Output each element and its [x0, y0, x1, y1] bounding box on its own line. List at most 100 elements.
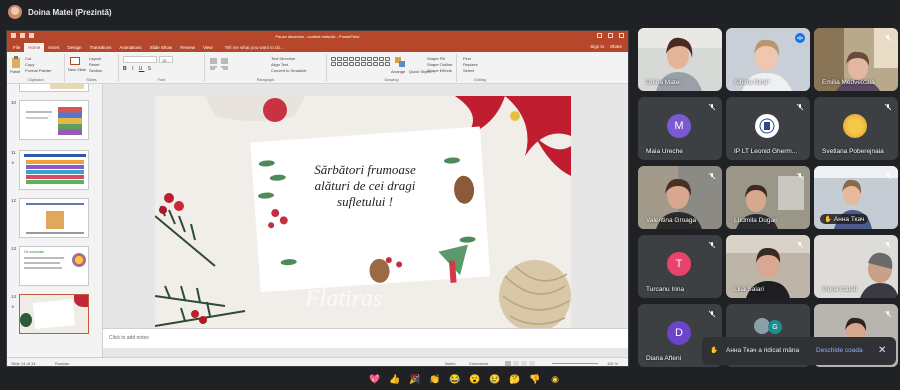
font-format-buttons[interactable]: B I U S	[123, 66, 153, 72]
tell-me-box[interactable]: Tell me what you want to do...	[221, 43, 288, 52]
reset-button[interactable]: Reset	[89, 62, 99, 67]
participant-name: Doina Matei	[646, 79, 681, 86]
open-queue-button[interactable]: Deschide coada	[816, 347, 863, 354]
reaction-surprised[interactable]: 😮	[468, 374, 482, 390]
slide-thumbnail[interactable]	[19, 198, 89, 238]
layout-button[interactable]: Layout	[89, 56, 101, 61]
tab-insert[interactable]: Insert	[44, 43, 63, 52]
participant-tile-speaking[interactable]: Albina Nina*	[726, 28, 810, 91]
muted-mic-icon	[883, 171, 893, 181]
comments-button[interactable]: Comments	[469, 361, 488, 366]
close-icon[interactable]	[619, 33, 624, 38]
reaction-thumbs-up[interactable]: 👍	[388, 374, 402, 390]
thumbnail-row[interactable]: 10	[7, 100, 102, 142]
participant-tile[interactable]: Lilia Salari	[726, 235, 810, 298]
more-reactions-icon[interactable]: ◉	[548, 374, 562, 390]
reaction-thinking[interactable]: 🤔	[508, 374, 522, 390]
new-slide-icon[interactable]	[70, 57, 80, 65]
tab-animations[interactable]: Animations	[115, 43, 145, 52]
minimize-icon[interactable]	[597, 33, 602, 38]
shape-outline-button[interactable]: Shape Outline	[427, 62, 452, 67]
paste-button[interactable]: Paste	[10, 69, 20, 74]
align-text-button[interactable]: Align Text	[271, 62, 288, 67]
thumbnail-row[interactable]: 11 ★	[7, 150, 102, 192]
tab-slide-show[interactable]: Slide Show	[146, 43, 177, 52]
participant-tile[interactable]: M Maia Ureche	[638, 97, 722, 160]
sign-in-link[interactable]: Sign in	[590, 44, 604, 49]
tab-design[interactable]: Design	[64, 43, 86, 52]
slide-thumbnails[interactable]: 10 11 ★ 12 13 Ce concluzie 14 ★	[7, 84, 103, 357]
participant-tile[interactable]: Viorel Cateli	[814, 235, 898, 298]
tab-view[interactable]: View	[199, 43, 217, 52]
participant-tile[interactable]: Valentina Groaga	[638, 166, 722, 229]
participant-tile[interactable]: IP LT Leonid Gherm...	[726, 97, 810, 160]
thumbnail-row[interactable]: 12	[7, 198, 102, 240]
shape-fill-button[interactable]: Shape Fill	[427, 56, 445, 61]
shapes-gallery[interactable]	[331, 57, 390, 66]
format-painter-button[interactable]: Format Painter	[25, 68, 51, 73]
zoom-level[interactable]: 115 %	[607, 361, 618, 366]
thumbnail-number: 11	[11, 150, 16, 155]
shared-screen[interactable]: Pauze dinamice - conduit metodic - Power…	[6, 30, 629, 367]
participant-tile[interactable]: Emilia Medvetcaia	[814, 28, 898, 91]
slide-text[interactable]: Sărbători frumoase alături de cei dragi …	[300, 162, 430, 210]
view-buttons[interactable]	[505, 361, 545, 366]
thumbnail-row[interactable]: 13 Ce concluzie	[7, 246, 102, 288]
select-button[interactable]: Select	[463, 68, 474, 73]
reaction-clap[interactable]: 👏	[428, 374, 442, 390]
notes-pane[interactable]: Click to add notes	[103, 328, 628, 348]
window-controls[interactable]	[597, 33, 624, 38]
find-button[interactable]: Find	[463, 56, 471, 61]
slide-thumbnail[interactable]	[19, 84, 89, 92]
tab-home[interactable]: Home	[24, 43, 45, 52]
reaction-thumbs-down[interactable]: 👎	[528, 374, 542, 390]
copy-button[interactable]: Copy	[25, 62, 34, 67]
undo-icon[interactable]	[20, 33, 25, 38]
slide-thumbnail-selected[interactable]	[19, 294, 89, 334]
language-indicator[interactable]: Russian	[55, 361, 69, 366]
participant-tile[interactable]: ✋ Анна Ткач	[814, 166, 898, 229]
participant-tile[interactable]: Doina Matei	[638, 28, 722, 91]
cut-button[interactable]: Cut	[25, 56, 31, 61]
tab-transitions[interactable]: Transitions	[86, 43, 116, 52]
participant-name: IP LT Leonid Gherm...	[734, 148, 798, 155]
save-icon[interactable]	[11, 33, 16, 38]
font-size-box[interactable]: 15	[159, 56, 173, 63]
quick-access-toolbar[interactable]	[11, 33, 34, 38]
shape-effects-button[interactable]: Shape Effects	[427, 68, 452, 73]
current-slide[interactable]: Sărbători frumoase alături de cei dragi …	[155, 96, 571, 334]
thumbnail-number: 13	[11, 246, 17, 251]
paste-icon[interactable]	[11, 56, 21, 68]
arrange-button[interactable]: Arrange	[391, 69, 405, 74]
maximize-icon[interactable]	[608, 33, 613, 38]
reaction-party[interactable]: 🎉	[408, 374, 422, 390]
section-button[interactable]: Section	[89, 68, 102, 73]
tab-file[interactable]: File	[9, 43, 24, 52]
redo-icon[interactable]	[29, 33, 34, 38]
slide-thumbnail[interactable]	[19, 150, 89, 190]
new-slide-button[interactable]: New Slide	[68, 67, 86, 72]
text-direction-button[interactable]: Text Direction	[271, 56, 295, 61]
replace-button[interactable]: Replace	[463, 62, 478, 67]
reaction-laugh[interactable]: 😂	[448, 374, 462, 390]
slide-thumbnail[interactable]	[19, 100, 89, 140]
tab-review[interactable]: Review	[176, 43, 199, 52]
zoom-slider[interactable]	[552, 363, 598, 364]
share-button[interactable]: Share	[610, 44, 622, 49]
arrange-icon[interactable]	[395, 57, 405, 67]
font-name-box[interactable]	[123, 56, 157, 63]
close-icon[interactable]: ✕	[878, 345, 886, 356]
slide-thumbnail[interactable]: Ce concluzie	[19, 246, 89, 286]
ribbon-tabs: File Home Insert Design Transitions Anim…	[7, 42, 628, 52]
participant-tile[interactable]: Svetlana Poberejnaia	[814, 97, 898, 160]
participant-tile[interactable]: T Turcanu Irina	[638, 235, 722, 298]
slide-editor[interactable]: Sărbători frumoase alături de cei dragi …	[103, 84, 628, 334]
reaction-heart[interactable]: 💖	[368, 374, 382, 390]
convert-smartart-button[interactable]: Convert to SmartArt	[271, 68, 306, 73]
paragraph-buttons[interactable]	[209, 57, 259, 71]
notes-button[interactable]: Notes	[445, 361, 455, 366]
thumbnail-row[interactable]: 14 ★	[7, 294, 102, 336]
thumbnail-row[interactable]	[7, 84, 102, 94]
reaction-sad[interactable]: 😢	[488, 374, 502, 390]
participant-tile[interactable]: Ludmila Dugan	[726, 166, 810, 229]
